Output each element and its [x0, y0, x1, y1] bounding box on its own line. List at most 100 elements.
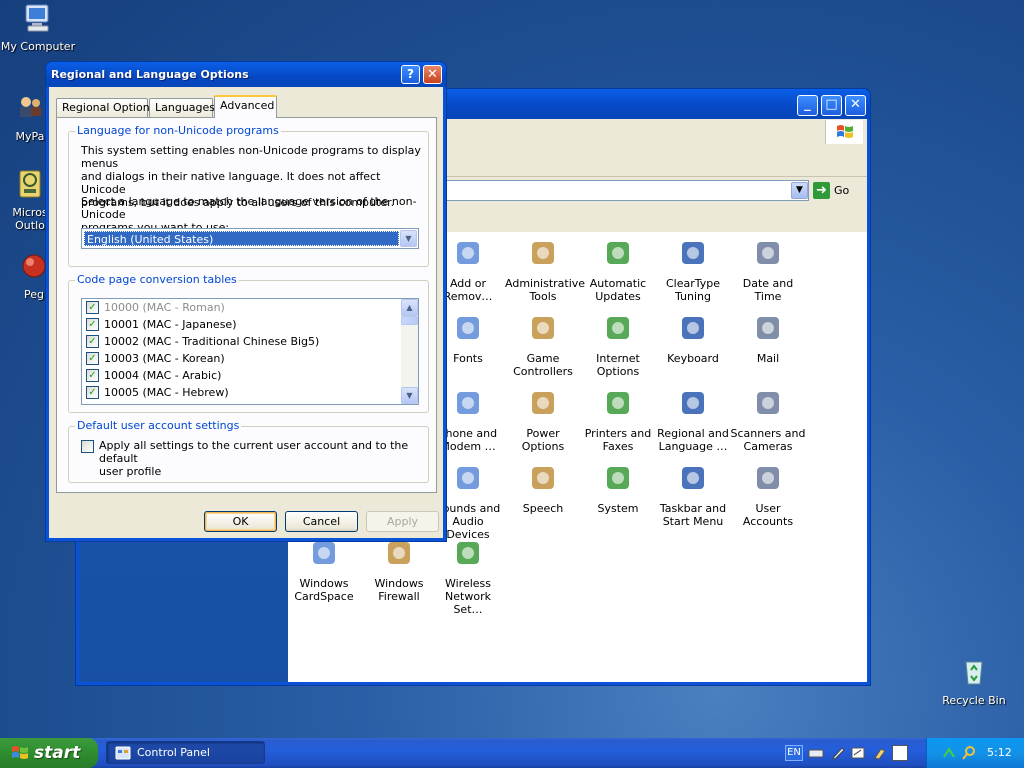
control-panel-item[interactable]: Speech: [505, 462, 581, 515]
power-options-icon: [532, 392, 554, 414]
control-panel-item-label: Keyboard: [667, 352, 719, 365]
selected-language: English (United States): [84, 231, 399, 246]
control-panel-item[interactable]: Date and Time: [730, 237, 806, 303]
control-panel-item-label: Windows Firewall: [374, 577, 424, 603]
code-page-group: Code page conversion tables ✓ 10000 (MAC …: [68, 273, 429, 413]
list-item[interactable]: ✓ 10001 (MAC - Japanese): [86, 316, 236, 333]
apply-default-user-checkbox[interactable]: ✓ Apply all settings to the current user…: [81, 439, 428, 478]
scanner-camera-icon: [757, 392, 779, 414]
control-panel-item-label: System: [597, 502, 639, 515]
settings-icon[interactable]: [872, 745, 888, 761]
checkbox[interactable]: ✓: [86, 369, 99, 382]
control-panel-item[interactable]: User Accounts: [730, 462, 806, 528]
control-panel-item[interactable]: Windows CardSpace: [286, 537, 362, 603]
control-panel-item-label: Regional and Language …: [657, 427, 729, 453]
text-line: This system setting enables non-Unicode …: [81, 144, 421, 170]
non-unicode-language-select[interactable]: English (United States) ▼: [81, 228, 419, 249]
control-panel-item[interactable]: System: [580, 462, 656, 515]
checkbox[interactable]: ✓: [86, 335, 99, 348]
dialog-titlebar[interactable]: Regional and Language Options ? ✕: [46, 62, 446, 87]
control-panel-icon: [115, 746, 131, 759]
handwriting-icon[interactable]: [850, 745, 866, 761]
text-line: Apply all settings to the current user a…: [99, 439, 409, 465]
list-item[interactable]: ✓ 10002 (MAC - Traditional Chinese Big5): [86, 333, 319, 350]
control-panel-item-label: ClearType Tuning: [665, 277, 721, 303]
outlook-icon: [19, 170, 41, 198]
list-item[interactable]: ✓ 10003 (MAC - Korean): [86, 350, 225, 367]
control-panel-item[interactable]: Taskbar and Start Menu: [655, 462, 731, 528]
scroll-thumb[interactable]: [401, 316, 418, 325]
speaker-icon: [457, 467, 479, 489]
fonts-folder-icon: [457, 317, 479, 339]
text-line: and dialogs in their native language. It…: [81, 170, 381, 196]
code-page-list[interactable]: ✓ 10000 (MAC - Roman) ✓ 10001 (MAC - Japane…: [81, 298, 419, 405]
list-item[interactable]: ✓ 10005 (MAC - Hebrew): [86, 384, 229, 401]
desktop-icon-recycle-bin[interactable]: Recycle Bin: [936, 656, 1012, 707]
keyboard-icon[interactable]: [808, 745, 824, 761]
scroll-down-icon[interactable]: ▼: [401, 387, 418, 404]
dialog-title: Regional and Language Options: [51, 68, 249, 81]
checkbox[interactable]: ✓: [86, 301, 99, 314]
control-panel-item[interactable]: Printers and Faxes: [580, 387, 656, 453]
checkbox[interactable]: ✓: [86, 352, 99, 365]
ok-button[interactable]: OK: [204, 511, 277, 532]
go-button[interactable]: ➜ Go: [813, 180, 859, 201]
regional-language-dialog[interactable]: Regional and Language Options ? ✕ Region…: [45, 61, 447, 542]
control-panel-item[interactable]: Scanners and Cameras: [730, 387, 806, 453]
close-button[interactable]: ✕: [845, 95, 866, 116]
windows-logo-icon: [825, 120, 863, 144]
control-panel-item-label: Speech: [522, 502, 564, 515]
cleartype-icon: [682, 242, 704, 264]
control-panel-item-label: Administrative Tools: [505, 277, 586, 303]
automatic-updates-icon: [607, 242, 629, 264]
search-icon[interactable]: [961, 745, 977, 761]
options-icon[interactable]: [892, 745, 908, 761]
pen-icon[interactable]: [830, 745, 846, 761]
checkbox-label: Apply all settings to the current user a…: [99, 439, 428, 478]
control-panel-item[interactable]: Internet Options: [580, 312, 656, 378]
help-button[interactable]: ?: [401, 65, 420, 84]
control-panel-item[interactable]: Power Options: [505, 387, 581, 453]
control-panel-item[interactable]: Administrative Tools: [505, 237, 586, 303]
clock: 5:12: [987, 746, 1012, 759]
maximize-button[interactable]: □: [821, 95, 842, 116]
control-panel-item[interactable]: Game Controllers: [505, 312, 581, 378]
phone-modem-icon: [457, 392, 479, 414]
desktop-icon-my-computer[interactable]: My Computer: [0, 2, 76, 53]
close-button[interactable]: ✕: [423, 65, 442, 84]
control-panel-item-label: Printers and Faxes: [584, 427, 652, 453]
language-label: EN: [787, 747, 801, 758]
language-indicator[interactable]: EN: [785, 745, 803, 761]
control-panel-item[interactable]: Mail: [730, 312, 806, 365]
control-panel-item[interactable]: Automatic Updates: [580, 237, 656, 303]
cancel-button[interactable]: Cancel: [285, 511, 358, 532]
taskbar-icon: [682, 467, 704, 489]
control-panel-item[interactable]: Keyboard: [655, 312, 731, 365]
computer-icon: [25, 4, 49, 32]
list-item-label: 10005 (MAC - Hebrew): [104, 386, 229, 399]
chevron-down-icon[interactable]: ▼: [400, 230, 417, 247]
control-panel-item[interactable]: Windows Firewall: [361, 537, 437, 603]
list-item[interactable]: ✓ 10000 (MAC - Roman): [86, 299, 225, 316]
checkbox[interactable]: ✓: [86, 318, 99, 331]
control-panel-item[interactable]: ClearType Tuning: [655, 237, 731, 303]
start-button[interactable]: start: [0, 738, 98, 768]
control-panel-item[interactable]: Wireless Network Set…: [430, 537, 506, 616]
chevron-down-icon[interactable]: ▼: [791, 182, 808, 199]
checkbox[interactable]: ✓: [86, 386, 99, 399]
tab-advanced[interactable]: Advanced: [214, 95, 277, 118]
taskbar: start Control Panel EN 5:12: [0, 738, 1024, 768]
list-item[interactable]: ✓ 10004 (MAC - Arabic): [86, 367, 221, 384]
control-panel-item-label: Power Options: [521, 427, 565, 453]
scroll-up-icon[interactable]: ▲: [401, 299, 418, 316]
minimize-button[interactable]: _: [797, 95, 818, 116]
control-panel-item[interactable]: Regional and Language …: [655, 387, 731, 453]
tab-languages[interactable]: Languages: [149, 98, 215, 117]
tab-regional-options[interactable]: Regional Options: [56, 98, 155, 117]
apply-button[interactable]: Apply: [366, 511, 439, 532]
network-icon[interactable]: [941, 745, 957, 761]
scrollbar[interactable]: ▲ ▼: [401, 299, 418, 404]
taskbar-button-control-panel[interactable]: Control Panel: [106, 741, 265, 764]
checkbox[interactable]: ✓: [81, 440, 94, 453]
internet-options-icon: [607, 317, 629, 339]
